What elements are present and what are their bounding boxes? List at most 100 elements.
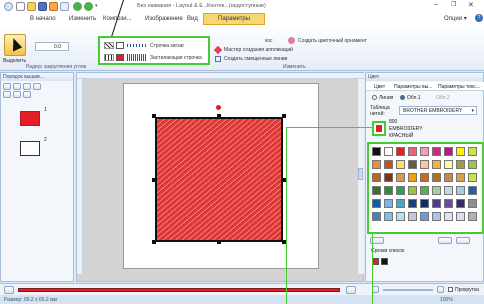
palette-swatch[interactable] <box>420 160 429 169</box>
palette-swatch[interactable] <box>372 147 381 156</box>
options-menu[interactable]: Опции ▾ <box>444 15 467 24</box>
palette-swatch[interactable] <box>468 173 477 182</box>
move-down-icon[interactable] <box>23 83 31 90</box>
palette-swatch[interactable] <box>468 186 477 195</box>
scroll-checkbox[interactable] <box>448 287 453 292</box>
tab-edit[interactable]: Изменить <box>69 15 96 24</box>
tab-image[interactable]: Изображение <box>145 15 183 24</box>
minimize-button[interactable]: – <box>434 1 438 8</box>
help-icon[interactable]: ? <box>475 14 483 22</box>
applique-wizard-button[interactable]: Мастер создания аппликаций <box>224 47 293 53</box>
offset-lines-button[interactable]: Создать смещенные линии <box>224 56 287 62</box>
palette-swatch[interactable] <box>408 173 417 182</box>
select-tool-button[interactable] <box>4 34 26 56</box>
thread-table-select[interactable]: BROTHER EMBROIDERY ▾ <box>399 106 477 115</box>
palette-swatch[interactable] <box>420 173 429 182</box>
palette-swatch[interactable] <box>372 173 381 182</box>
palette-swatch[interactable] <box>408 212 417 221</box>
palette-swatch[interactable] <box>396 199 405 208</box>
zoom-in-button[interactable] <box>437 286 444 293</box>
undo-icon[interactable] <box>73 2 82 11</box>
palette-swatch[interactable] <box>432 147 441 156</box>
palette-swatch[interactable] <box>372 186 381 195</box>
transfer-icon[interactable] <box>49 2 58 11</box>
palette-swatch[interactable] <box>420 186 429 195</box>
tab-view[interactable]: Вид <box>187 15 198 24</box>
satin-stitch-item[interactable]: Застилающая строчка <box>102 52 208 63</box>
app-menu-icon[interactable] <box>4 2 13 11</box>
palette-swatch[interactable] <box>396 173 405 182</box>
palette-swatch[interactable] <box>468 199 477 208</box>
zigzag-stitch-item[interactable]: Строчка зигзаг <box>102 40 208 51</box>
palette-swatch[interactable] <box>396 212 405 221</box>
palette-swatch[interactable] <box>444 173 453 182</box>
create-pattern-button[interactable]: Создать цветочный орнамент <box>298 38 367 44</box>
view-icon[interactable] <box>60 2 69 11</box>
sim-progress[interactable] <box>18 288 340 292</box>
palette-swatch[interactable] <box>408 147 417 156</box>
palette-swatch[interactable] <box>432 160 441 169</box>
palette-button-2[interactable] <box>438 237 452 244</box>
palette-swatch[interactable] <box>372 212 381 221</box>
selection-handle-top-left[interactable] <box>152 114 156 118</box>
new-file-icon[interactable] <box>16 2 25 11</box>
sim-end-button[interactable] <box>346 286 356 294</box>
palette-swatch[interactable] <box>384 212 393 221</box>
tab-home[interactable]: В начало <box>30 15 56 24</box>
palette-swatch[interactable] <box>420 199 429 208</box>
palette-swatch[interactable] <box>468 212 477 221</box>
palette-swatch[interactable] <box>384 199 393 208</box>
palette-swatch[interactable] <box>396 147 405 156</box>
tab-text-params[interactable]: Параметры текс... <box>438 84 480 90</box>
palette-swatch[interactable] <box>372 160 381 169</box>
color-sort-icon[interactable] <box>23 91 31 98</box>
palette-swatch[interactable] <box>408 160 417 169</box>
palette-swatch[interactable] <box>396 186 405 195</box>
selection-handle-bottom-middle[interactable] <box>217 240 221 244</box>
palette-swatch[interactable] <box>384 147 393 156</box>
palette-swatch[interactable] <box>456 186 465 195</box>
move-first-icon[interactable] <box>3 83 11 90</box>
palette-swatch[interactable] <box>420 212 429 221</box>
zoom-out-button[interactable] <box>372 286 379 293</box>
recent-color-black[interactable] <box>381 258 388 265</box>
zoom-slider[interactable] <box>383 289 433 291</box>
current-thread-swatch[interactable] <box>372 121 386 136</box>
palette-swatch[interactable] <box>384 186 393 195</box>
palette-swatch[interactable] <box>432 186 441 195</box>
palette-swatch[interactable] <box>384 173 393 182</box>
open-folder-icon[interactable] <box>27 2 36 11</box>
palette-swatch[interactable] <box>420 147 429 156</box>
move-last-icon[interactable] <box>33 83 41 90</box>
sim-play-button[interactable] <box>4 286 14 294</box>
palette-swatch[interactable] <box>456 160 465 169</box>
palette-swatch[interactable] <box>444 147 453 156</box>
palette-swatch[interactable] <box>468 147 477 156</box>
palette-swatch[interactable] <box>456 212 465 221</box>
palette-button-3[interactable] <box>456 237 470 244</box>
palette-swatch[interactable] <box>432 212 441 221</box>
palette-swatch[interactable] <box>432 199 441 208</box>
palette-swatch[interactable] <box>396 160 405 169</box>
palette-swatch[interactable] <box>408 199 417 208</box>
palette-swatch[interactable] <box>408 186 417 195</box>
design-canvas[interactable] <box>76 72 365 282</box>
tab-sewing-params[interactable]: Параметры вы... <box>394 84 432 90</box>
selection-handle-top-middle[interactable] <box>217 114 221 118</box>
outline-width-input[interactable]: 0.0 <box>35 42 69 51</box>
order-item-1[interactable] <box>20 111 40 126</box>
palette-swatch[interactable] <box>456 173 465 182</box>
radio-area[interactable] <box>400 95 405 100</box>
restore-button[interactable]: ❐ <box>451 1 456 8</box>
order-item-2[interactable] <box>20 141 40 156</box>
radio-line[interactable] <box>372 95 377 100</box>
tab-color[interactable]: Цвет <box>374 84 385 90</box>
move-up-icon[interactable] <box>13 83 21 90</box>
selection-handle-left-middle[interactable] <box>152 178 156 182</box>
palette-swatch[interactable] <box>444 160 453 169</box>
close-button[interactable]: ✕ <box>468 1 474 9</box>
embroidered-square[interactable] <box>155 117 283 242</box>
redo-icon[interactable] <box>84 2 93 11</box>
panel-splitter[interactable] <box>358 168 363 180</box>
tab-params[interactable]: Параметры <box>203 13 265 25</box>
